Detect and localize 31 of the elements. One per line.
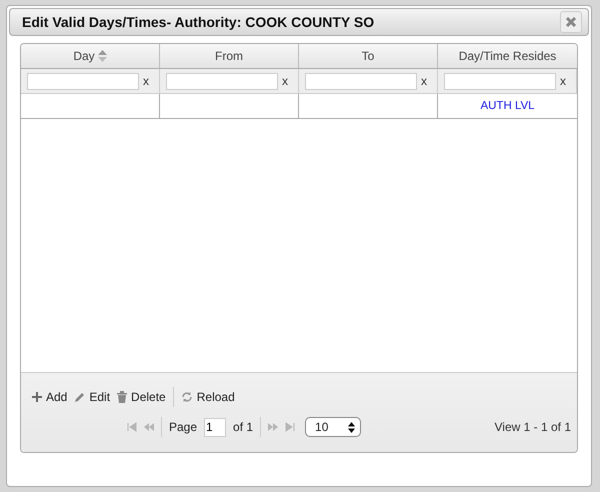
column-header[interactable]: From [160,44,299,68]
page-count: of 1 [233,420,254,434]
add-button[interactable]: Add [32,390,68,404]
clear-filter-button[interactable]: x [282,74,288,88]
sort-icon [98,50,107,62]
column-header[interactable]: To [299,44,438,68]
filter-field[interactable] [27,72,139,90]
clear-filter-button[interactable]: x [560,74,566,88]
page-field[interactable]: 1 [204,418,226,436]
record-count: View 1 - 1 of 1 [494,420,571,434]
trash-icon [117,391,128,403]
clear-filter-button[interactable]: x [421,74,427,88]
dialog-title: Edit Valid Days/Times- Authority: COOK COUNTY SO [22,14,374,30]
table-cell-link[interactable]: AUTH LVL [480,100,535,112]
page-label: Page [169,420,198,434]
edit-button[interactable]: Edit [74,390,110,404]
page-size-select[interactable]: 10 [305,417,362,437]
filter-field[interactable] [305,72,417,90]
close-icon [566,17,576,27]
spinner-arrows-icon [348,422,356,432]
column-header[interactable]: Day [21,44,160,68]
reload-button[interactable]: Reload [180,390,235,404]
delete-button[interactable]: Delete [117,390,166,404]
column-header[interactable]: Day/Time Resides [438,44,577,68]
reload-icon [180,391,193,403]
close-button[interactable] [560,11,582,33]
clear-filter-button[interactable]: x [143,74,149,88]
plus-icon [32,392,42,402]
filter-field[interactable] [444,72,556,90]
filter-field[interactable] [166,72,278,90]
pencil-icon [74,392,86,402]
